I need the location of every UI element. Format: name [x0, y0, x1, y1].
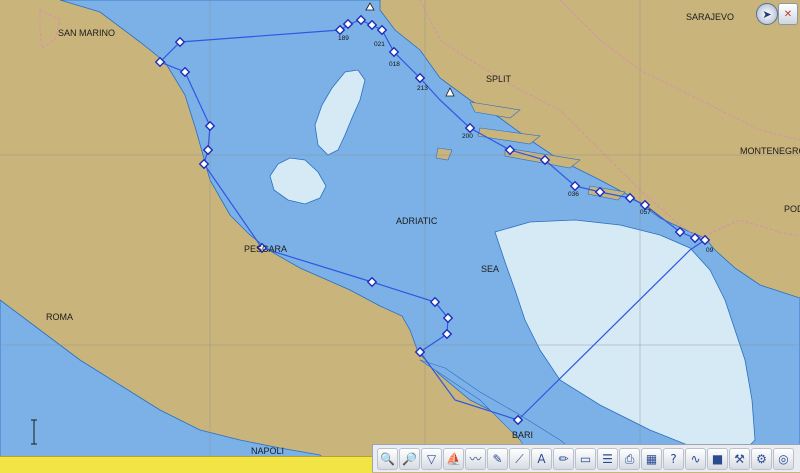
compass-icon[interactable]: ➤: [756, 3, 778, 25]
label-pod: POD: [784, 204, 800, 214]
chart-button[interactable]: ▦: [641, 447, 662, 470]
waypoint-label: 021: [374, 41, 385, 48]
waypoint-label: 057: [640, 209, 651, 216]
lifebuoy-button[interactable]: ◎: [773, 447, 794, 470]
chart-map[interactable]: SAN MARINO SARAJEVO SPLIT MONTENEGRO POD…: [0, 0, 800, 472]
layers-icon: ☰: [602, 451, 613, 466]
waypoint-label: 213: [417, 85, 428, 92]
pencil-icon: ✏: [558, 451, 569, 466]
close-chart-icon[interactable]: ✕: [778, 3, 798, 25]
text-button[interactable]: A: [531, 447, 552, 470]
waypoint-label: 189: [338, 35, 349, 42]
zoom-out-icon: 🔎: [402, 451, 417, 466]
waypoint-label: 09: [706, 247, 714, 254]
waypoint-label: 036: [568, 191, 579, 198]
settings-icon: ⚙: [756, 451, 767, 466]
graph-icon: ∿: [690, 451, 701, 466]
print-icon: ⎙: [624, 451, 635, 466]
label-san-marino: SAN MARINO: [58, 28, 115, 38]
status-bar: [0, 456, 372, 473]
label-sea: SEA: [481, 264, 499, 274]
route-button[interactable]: 〰: [465, 447, 486, 470]
label-adriatic: ADRIATIC: [396, 216, 438, 226]
eraser-icon: ✎: [492, 451, 503, 466]
settings-button[interactable]: ⚙: [751, 447, 772, 470]
waypoint-label: 018: [389, 61, 400, 68]
chart-icon: ▦: [645, 451, 658, 466]
label-montenegro: MONTENEGRO: [740, 146, 800, 156]
zoom-out-button[interactable]: 🔎: [399, 447, 420, 470]
label-split: SPLIT: [486, 74, 512, 84]
eraser-button[interactable]: ✎: [487, 447, 508, 470]
dark-icon: ■: [711, 451, 724, 466]
zoom-in-icon: 🔍: [380, 451, 395, 466]
text-icon: A: [537, 451, 546, 466]
lifebuoy-icon: ◎: [778, 451, 789, 466]
label-pescara: PESCARA: [244, 244, 287, 254]
help-icon: ?: [670, 451, 677, 466]
ship-button[interactable]: ⛵: [443, 447, 464, 470]
tools-button[interactable]: ⚒: [729, 447, 750, 470]
label-napoli: NAPOLI: [251, 446, 284, 456]
bottom-toolbar: 🔍 🔎 ▽ ⛵ 〰 ✎ ⟋ A ✏ ▭ ☰ ⎙ ▦? ∿ ■ ⚒ ⚙ ◎: [372, 444, 800, 472]
label-bari: BARI: [512, 430, 533, 440]
measure-icon: ⟋: [515, 451, 524, 466]
route-icon: 〰: [469, 451, 482, 466]
zoom-in-button[interactable]: 🔍: [377, 447, 398, 470]
folder-icon: ▭: [579, 451, 592, 466]
tools-icon: ⚒: [734, 451, 745, 466]
label-sarajevo: SARAJEVO: [686, 12, 734, 22]
layers-button[interactable]: ☰: [597, 447, 618, 470]
label-roma: ROMA: [46, 312, 73, 322]
help-button[interactable]: ?: [663, 447, 684, 470]
funnel-button[interactable]: ▽: [421, 447, 442, 470]
dark-button[interactable]: ■: [707, 447, 728, 470]
measure-button[interactable]: ⟋: [509, 447, 530, 470]
waypoint-label: 200: [462, 133, 473, 140]
folder-button[interactable]: ▭: [575, 447, 596, 470]
ship-icon: ⛵: [446, 451, 461, 466]
pencil-button[interactable]: ✏: [553, 447, 574, 470]
print-button[interactable]: ⎙: [619, 447, 640, 470]
funnel-icon: ▽: [426, 451, 437, 466]
graph-button[interactable]: ∿: [685, 447, 706, 470]
